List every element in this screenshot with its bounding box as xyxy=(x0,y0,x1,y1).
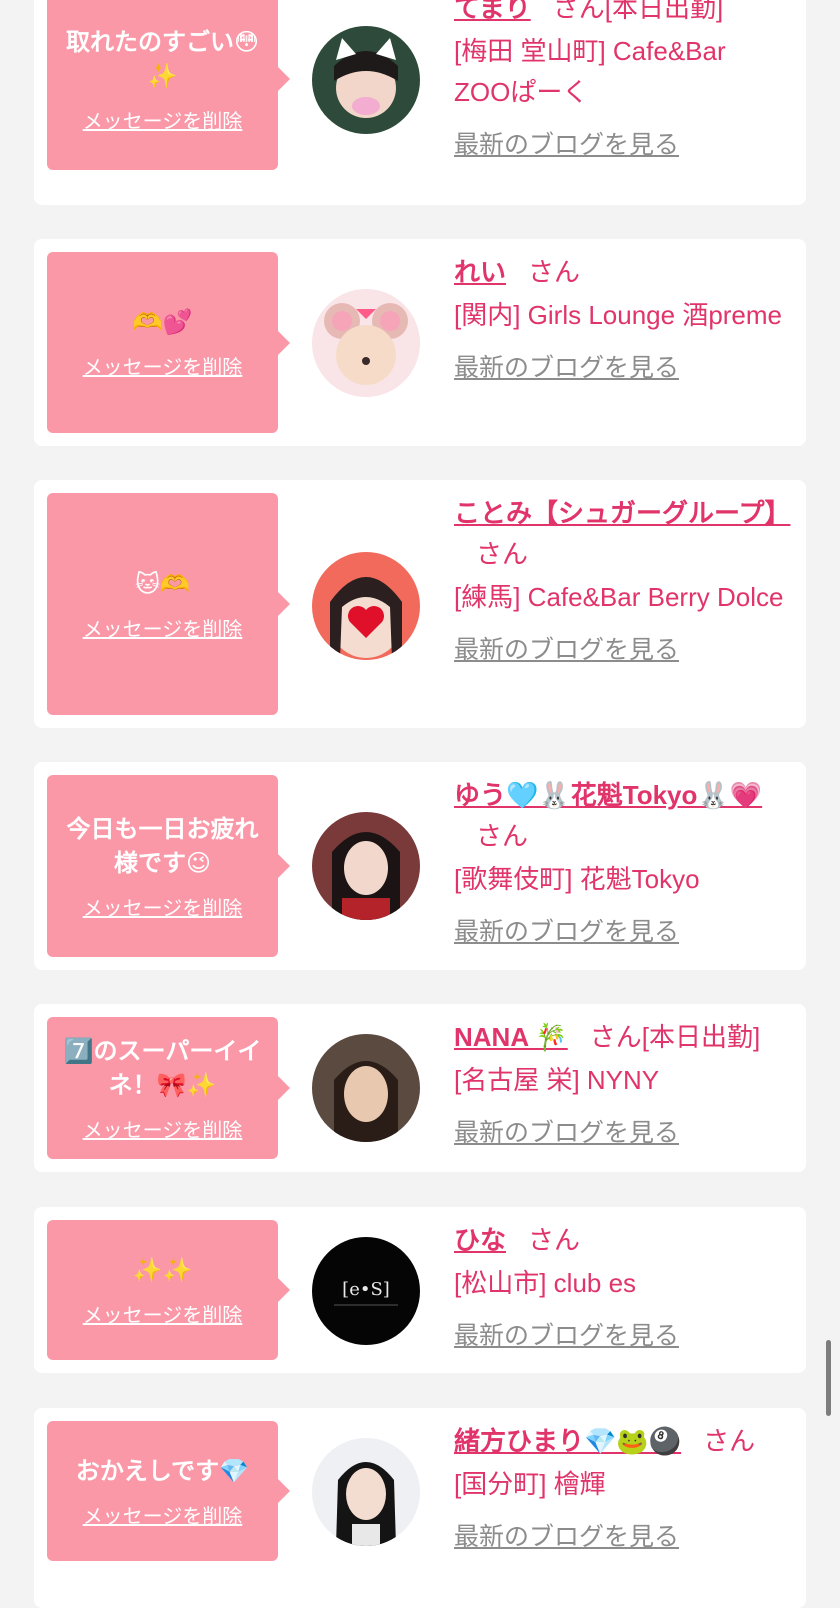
cast-info: ゆう🩵🐰花魁Tokyo🐰💗 さん [歌舞伎町] 花魁Tokyo 最新のブログを見る xyxy=(454,775,789,953)
cast-name-link[interactable]: ひな xyxy=(454,1225,506,1255)
cast-name-line: NANA 🎋 さん[本日出勤] xyxy=(454,1017,789,1058)
shop-location: [名古屋 栄] NYNY xyxy=(454,1065,660,1095)
delete-message-link[interactable]: メッセージを削除 xyxy=(83,613,243,642)
latest-blog-link[interactable]: 最新のブログを見る xyxy=(454,125,789,166)
cast-name-link[interactable]: ゆう🩵🐰花魁Tokyo🐰💗 xyxy=(454,780,762,810)
working-today-badge: [本日出勤] xyxy=(641,1022,761,1052)
message-bubble: 🫶💕 メッセージを削除 xyxy=(47,252,290,433)
message-card: 🐱🫶 メッセージを削除 ことみ【シュガーグループ】さん [練馬] Cafe&Bar B… xyxy=(34,480,806,728)
message-text: 🫶💕 xyxy=(132,308,193,336)
honorific-label: さん xyxy=(476,539,529,569)
scrollbar[interactable] xyxy=(826,1340,831,1416)
svg-text:[e•S]: [e•S] xyxy=(342,1279,390,1300)
cast-name-link[interactable]: れい xyxy=(454,257,506,287)
cast-avatar[interactable] xyxy=(312,552,420,660)
message-text: ✨✨ xyxy=(132,1255,193,1284)
honorific-label: さん xyxy=(528,1225,581,1255)
shop-location: [歌舞伎町] 花魁Tokyo xyxy=(454,864,700,894)
working-today-badge: [本日出勤] xyxy=(604,0,724,23)
cast-info: NANA 🎋 さん[本日出勤] [名古屋 栄] NYNY 最新のブログを見る xyxy=(454,1017,789,1154)
cast-avatar[interactable] xyxy=(312,812,420,920)
cast-info: ひな さん [松山市] club es 最新のブログを見る xyxy=(454,1220,789,1357)
cast-avatar[interactable] xyxy=(312,1034,420,1142)
cast-name-line: 緒方ひまり💎🐸🎱 さん xyxy=(454,1421,789,1462)
cast-name-link[interactable]: てまり xyxy=(454,0,531,23)
cast-info: ことみ【シュガーグループ】さん [練馬] Cafe&Bar Berry Dolce… xyxy=(454,493,790,671)
latest-blog-link[interactable]: 最新のブログを見る xyxy=(454,912,789,953)
message-bubble: 取れたのすごい😳✨ メッセージを削除 xyxy=(47,0,290,170)
message-text: おかえしです💎 xyxy=(75,1456,250,1485)
cast-name-link[interactable]: 緒方ひまり💎🐸🎱 xyxy=(454,1426,681,1456)
cast-info: れい さん [関内] Girls Lounge 酒preme 最新のブログを見る xyxy=(454,252,789,389)
shop-location: [関内] Girls Lounge 酒preme xyxy=(454,300,783,330)
message-card: 取れたのすごい😳✨ メッセージを削除 てまり さん[本日出勤] [梅田 堂山町] Caf… xyxy=(34,0,806,205)
cast-avatar[interactable] xyxy=(312,289,420,397)
message-text: 7️⃣のスーパーイイネ！🎀✨ xyxy=(63,1036,262,1099)
cast-info: てまり さん[本日出勤] [梅田 堂山町] Cafe&Bar ZOOぱーく最新のブロ… xyxy=(454,0,789,166)
delete-message-link[interactable]: メッセージを削除 xyxy=(83,1114,243,1143)
message-card: 今日も一日お疲れ様です😉 メッセージを削除 ゆう🩵🐰花魁Tokyo🐰💗 さん [歌舞伎町… xyxy=(34,762,806,970)
cast-name-link[interactable]: ことみ【シュガーグループ】 xyxy=(454,498,790,528)
message-text: 今日も一日お疲れ様です😉 xyxy=(66,814,259,877)
latest-blog-link[interactable]: 最新のブログを見る xyxy=(454,1517,789,1558)
latest-blog-link[interactable]: 最新のブログを見る xyxy=(454,1316,789,1357)
honorific-label: さん xyxy=(552,0,605,23)
cast-avatar[interactable] xyxy=(312,1438,420,1546)
shop-location: [梅田 堂山町] Cafe&Bar ZOOぱーく xyxy=(454,36,726,107)
message-text: 取れたのすごい😳✨ xyxy=(65,27,260,90)
cast-name-link[interactable]: NANA 🎋 xyxy=(454,1022,568,1052)
cast-name-line: れい さん xyxy=(454,252,789,293)
honorific-label: さん xyxy=(476,821,529,851)
honorific-label: さん xyxy=(589,1022,642,1052)
message-card: ✨✨ メッセージを削除 [e•S] ひな さん [松山市] club es 最新のブログを見… xyxy=(34,1207,806,1373)
shop-location: [松山市] club es xyxy=(454,1268,637,1298)
cast-name-line: てまり さん[本日出勤] xyxy=(454,0,789,29)
cast-name-line: ひな さん xyxy=(454,1220,789,1261)
message-bubble: 🐱🫶 メッセージを削除 xyxy=(47,493,290,715)
cast-name-line: ゆう🩵🐰花魁Tokyo🐰💗 さん xyxy=(454,775,789,857)
message-bubble: おかえしです💎 メッセージを削除 xyxy=(47,1421,290,1561)
delete-message-link[interactable]: メッセージを削除 xyxy=(83,351,243,380)
cast-name-line: ことみ【シュガーグループ】さん xyxy=(454,493,790,575)
shop-location: [国分町] 檜輝 xyxy=(454,1469,606,1499)
cast-avatar[interactable]: [e•S] xyxy=(312,1237,420,1345)
honorific-label: さん xyxy=(703,1426,756,1456)
delete-message-link[interactable]: メッセージを削除 xyxy=(83,892,243,921)
shop-location: [練馬] Cafe&Bar Berry Dolce xyxy=(454,582,784,612)
message-text: 🐱🫶 xyxy=(135,569,190,598)
message-bubble: 7️⃣のスーパーイイネ！🎀✨ メッセージを削除 xyxy=(47,1017,290,1159)
message-card: 🫶💕 メッセージを削除 れい さん [関内] Girls Lounge 酒preme 最新… xyxy=(34,239,806,446)
latest-blog-link[interactable]: 最新のブログを見る xyxy=(454,1113,789,1154)
delete-message-link[interactable]: メッセージを削除 xyxy=(83,105,243,134)
latest-blog-link[interactable]: 最新のブログを見る xyxy=(454,630,789,671)
latest-blog-link[interactable]: 最新のブログを見る xyxy=(454,348,789,389)
message-card: おかえしです💎 メッセージを削除 緒方ひまり💎🐸🎱 さん [国分町] 檜輝最新のブログを… xyxy=(34,1408,806,1608)
delete-message-link[interactable]: メッセージを削除 xyxy=(83,1299,243,1328)
message-card: 7️⃣のスーパーイイネ！🎀✨ メッセージを削除 NANA 🎋 さん[本日出勤] [名古屋… xyxy=(34,1004,806,1172)
delete-message-link[interactable]: メッセージを削除 xyxy=(83,1500,243,1529)
cast-avatar[interactable] xyxy=(312,26,420,134)
cast-info: 緒方ひまり💎🐸🎱 さん [国分町] 檜輝最新のブログを見る xyxy=(454,1421,789,1558)
message-bubble: 今日も一日お疲れ様です😉 メッセージを削除 xyxy=(47,775,290,957)
honorific-label: さん xyxy=(528,257,581,287)
message-bubble: ✨✨ メッセージを削除 xyxy=(47,1220,290,1360)
